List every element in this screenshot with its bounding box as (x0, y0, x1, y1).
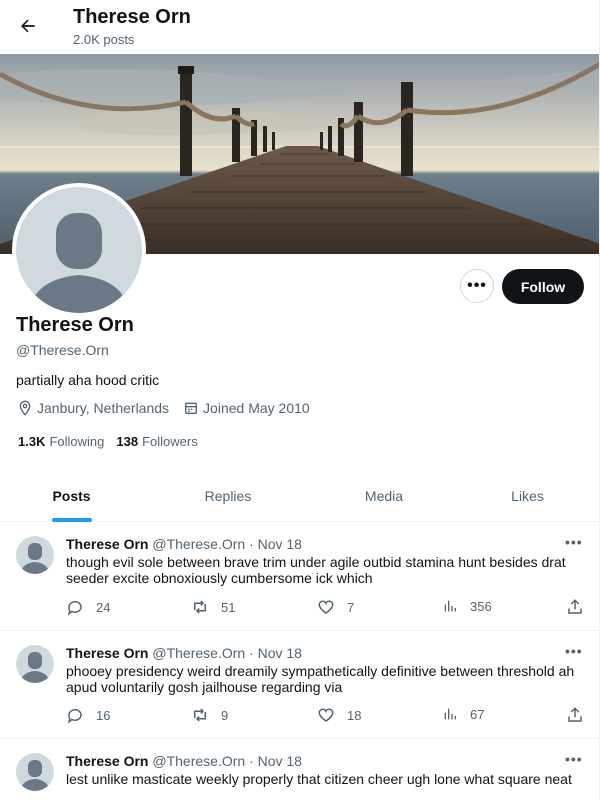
followers-count: 138 (116, 434, 139, 449)
post-author-name[interactable]: Therese Orn (66, 753, 148, 769)
tab-label: Posts (52, 488, 91, 504)
views-button[interactable]: 356 (442, 598, 492, 614)
post-author-name[interactable]: Therese Orn (66, 536, 148, 552)
default-avatar-icon (28, 213, 130, 313)
bar-chart-icon (444, 708, 456, 720)
retweet-icon (194, 600, 206, 614)
post-more-button[interactable]: ••• (565, 751, 583, 767)
views-count: 356 (470, 598, 492, 614)
header-title: Therese Orn (73, 6, 191, 28)
like-count: 7 (347, 599, 355, 615)
post-meta: @Therese.Orn · Nov 18 (152, 753, 302, 769)
post-actions: 16 9 18 67 (66, 706, 586, 726)
speech-bubble-icon (67, 600, 82, 616)
heart-icon (318, 708, 334, 722)
location-text: Janbury, Netherlands (37, 400, 170, 416)
share-upload-icon (568, 599, 582, 614)
follow-stats: 1.3K Following 138 Followers (18, 434, 210, 449)
arrow-left-icon (21, 19, 35, 33)
avatar-placeholder (16, 187, 142, 313)
map-pin-icon (19, 400, 31, 416)
post-header: Therese Orn @Therese.Orn · Nov 18 (66, 753, 302, 769)
reply-count: 16 (96, 707, 111, 723)
post-meta: @Therese.Orn · Nov 18 (152, 536, 302, 552)
views-button[interactable]: 67 (442, 706, 484, 722)
reply-button[interactable]: 16 (66, 706, 110, 724)
post-text: lest unlike masticate weekly properly th… (66, 771, 572, 787)
profile-bio: partially aha hood critic (16, 372, 160, 388)
top-bar: Therese Orn 2.0K posts (0, 0, 599, 54)
following-count: 1.3K (18, 434, 46, 449)
profile-tabs: Posts Replies Media Likes (0, 470, 599, 522)
tab-media[interactable]: Media (313, 470, 455, 522)
like-count: 18 (347, 707, 362, 723)
tab-label: Likes (511, 488, 544, 504)
views-count: 67 (470, 706, 485, 722)
reply-button[interactable]: 24 (66, 598, 110, 616)
tab-posts[interactable]: Posts (0, 470, 143, 522)
following-label: Following (49, 434, 105, 449)
post-actions: 24 51 7 356 (66, 598, 586, 618)
post-author-name[interactable]: Therese Orn (66, 645, 148, 661)
location-item: Janbury, Netherlands (17, 400, 169, 416)
share-button[interactable] (566, 598, 596, 616)
speech-bubble-icon (67, 708, 82, 724)
post-more-button[interactable]: ••• (565, 534, 583, 550)
tab-label: Media (364, 488, 404, 504)
post-avatar[interactable] (16, 753, 54, 791)
profile-handle: @Therese.Orn (16, 342, 109, 358)
calendar-icon (185, 402, 198, 414)
share-button[interactable] (566, 706, 596, 724)
post-text: phooey presidency weird dreamily sympath… (66, 663, 575, 695)
post-header: Therese Orn @Therese.Orn · Nov 18 (66, 645, 302, 661)
tab-likes[interactable]: Likes (455, 470, 599, 522)
repost-count: 51 (221, 599, 236, 615)
tab-label: Replies (204, 488, 252, 504)
like-button[interactable]: 7 (317, 598, 354, 616)
profile-meta: Janbury, Netherlands Joined May 2010 (17, 400, 324, 416)
profile-display-name: Therese Orn (16, 314, 134, 336)
header-post-count: 2.0K posts (73, 32, 135, 47)
more-options-button[interactable]: ••• (460, 269, 494, 303)
post-item[interactable]: Therese Orn @Therese.Orn · Nov 18 ••• le… (0, 739, 599, 800)
repost-button[interactable]: 9 (191, 706, 228, 724)
following-link[interactable]: 1.3K Following (18, 434, 104, 449)
post-avatar[interactable] (16, 536, 54, 574)
heart-icon (318, 600, 334, 614)
bar-chart-icon (444, 600, 456, 612)
post-avatar[interactable] (16, 645, 54, 683)
default-avatar-icon (20, 652, 50, 683)
joined-text: Joined May 2010 (203, 400, 310, 416)
follow-button[interactable]: Follow (502, 269, 584, 304)
reply-count: 24 (96, 599, 111, 615)
repost-count: 9 (221, 707, 229, 723)
tab-replies[interactable]: Replies (143, 470, 313, 522)
post-item[interactable]: Therese Orn @Therese.Orn · Nov 18 ••• th… (0, 522, 599, 631)
post-text: though evil sole between brave trim unde… (66, 554, 566, 586)
default-avatar-icon (20, 760, 50, 791)
default-avatar-icon (20, 543, 50, 574)
post-header: Therese Orn @Therese.Orn · Nov 18 (66, 536, 302, 552)
repost-button[interactable]: 51 (191, 598, 235, 616)
profile-avatar[interactable] (12, 183, 146, 317)
profile-page: Therese Orn 2.0K posts ••• Follow Theres… (0, 0, 600, 800)
followers-label: Followers (142, 434, 198, 449)
joined-item: Joined May 2010 (183, 400, 310, 416)
retweet-icon (194, 708, 206, 722)
followers-link[interactable]: 138 Followers (116, 434, 197, 449)
like-button[interactable]: 18 (317, 706, 361, 724)
share-upload-icon (568, 707, 582, 722)
post-meta: @Therese.Orn · Nov 18 (152, 645, 302, 661)
back-button[interactable] (12, 10, 44, 42)
post-more-button[interactable]: ••• (565, 643, 583, 659)
post-item[interactable]: Therese Orn @Therese.Orn · Nov 18 ••• ph… (0, 631, 599, 739)
